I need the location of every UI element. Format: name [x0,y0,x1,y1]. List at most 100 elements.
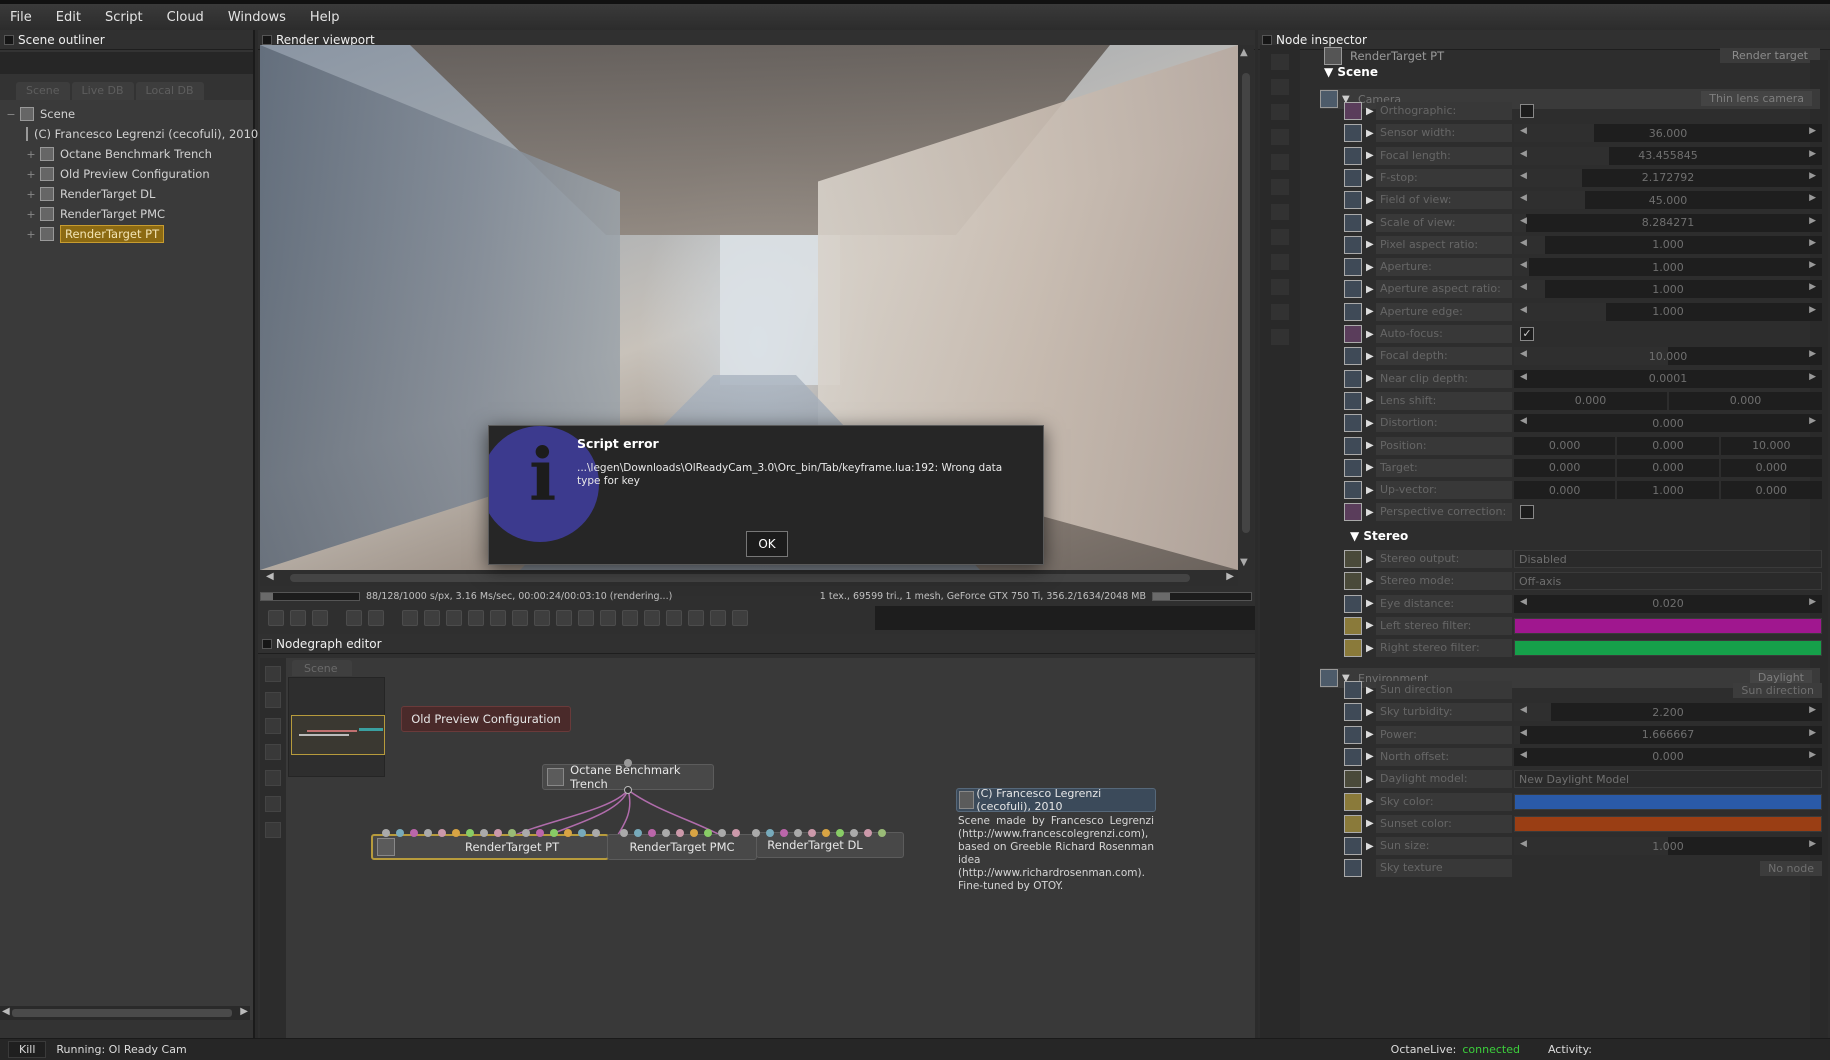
panel-undock-icon[interactable] [1262,34,1272,45]
bool-pin-icon[interactable] [1344,503,1362,522]
scroll-down-icon[interactable]: ▼ [1240,557,1248,568]
float-slider[interactable]: ◀ 0.020 ▶ [1514,594,1822,613]
vector-component-field[interactable]: 0.000 [1617,458,1719,477]
float-slider[interactable]: ◀ 8.284271 ▶ [1514,213,1822,232]
viewport-hscroll-thumb[interactable] [290,574,1190,582]
float-slider[interactable]: ◀ 2.200 ▶ [1514,703,1822,722]
dropdown[interactable]: New Daylight Model [1514,770,1822,789]
expand-icon[interactable] [1271,54,1289,70]
decrement-arrow-icon[interactable]: ◀ [1520,260,1527,270]
panel-undock-icon[interactable] [4,34,14,45]
node-input-port[interactable] [494,829,502,837]
node-input-port[interactable] [634,829,642,837]
start-render-icon[interactable] [424,610,440,626]
increment-arrow-icon[interactable]: ▶ [1809,193,1816,203]
color-pin-icon[interactable] [1344,814,1362,833]
expand-icon[interactable]: + [24,228,38,241]
increment-arrow-icon[interactable]: ▶ [1809,597,1816,607]
expand-arrow-icon[interactable]: ▶ [1366,172,1376,183]
vector-component-field[interactable]: 0.000 [1720,458,1822,477]
decrement-arrow-icon[interactable]: ◀ [1520,416,1527,426]
realtime-icon[interactable] [446,610,462,626]
tree-item[interactable]: + RenderTarget PT [0,224,253,244]
node-pin-icon[interactable] [1344,859,1362,878]
float-slider[interactable]: ◀ 1.000 ▶ [1514,235,1822,254]
enum-pin-icon[interactable] [1344,572,1362,591]
node-input-port[interactable] [808,829,816,837]
scene-section[interactable]: ▼ Scene [1324,65,1378,79]
expand-arrow-icon[interactable]: ▶ [1366,841,1376,852]
float-slider[interactable]: ◀ 2.172792 ▶ [1514,168,1822,187]
outliner-scroll-thumb[interactable] [12,1009,232,1017]
node-input-port[interactable] [620,829,628,837]
increment-arrow-icon[interactable]: ▶ [1809,839,1816,849]
node-input-port[interactable] [452,829,460,837]
node-output-port[interactable] [624,786,632,794]
recenter-view-icon[interactable] [268,610,284,626]
float-pin-icon[interactable] [1344,703,1362,722]
color-pin-icon[interactable] [1344,792,1362,811]
decrement-arrow-icon[interactable]: ◀ [1520,705,1527,715]
increment-arrow-icon[interactable]: ▶ [1809,282,1816,292]
float-slider[interactable]: ◀ 1.000 ▶ [1514,302,1822,321]
collapse-icon[interactable]: − [4,108,18,121]
restart-render-icon[interactable] [368,610,384,626]
zoom-icon[interactable] [578,610,594,626]
camera-icon[interactable] [1271,104,1289,120]
menu-windows[interactable]: Windows [218,10,300,25]
vector-component-field[interactable]: 0.000 [1669,391,1822,410]
camera-view-icon[interactable] [1271,329,1289,345]
sun-direction-button[interactable]: Sun direction [1733,682,1822,698]
expand-arrow-icon[interactable]: ▶ [1366,351,1376,362]
float-pin-icon[interactable] [1344,594,1362,613]
expand-arrow-icon[interactable]: ▼ [1350,529,1363,543]
decrement-arrow-icon[interactable]: ◀ [1520,305,1527,315]
pin-icon[interactable] [1271,229,1289,245]
expand-arrow-icon[interactable]: ▶ [1366,306,1376,317]
node-input-port[interactable] [624,759,632,767]
increment-arrow-icon[interactable]: ▶ [1809,216,1816,226]
node-input-port[interactable] [794,829,802,837]
add-node-icon[interactable] [265,666,281,682]
decrement-arrow-icon[interactable]: ◀ [1520,597,1527,607]
decrement-arrow-icon[interactable]: ◀ [1520,750,1527,760]
float-pin-icon[interactable] [1344,213,1362,232]
decrement-arrow-icon[interactable]: ◀ [1520,728,1527,738]
float-slider[interactable]: ◀ 10.000 ▶ [1514,347,1822,366]
scroll-right-icon[interactable]: ▶ [240,1006,248,1017]
expand-arrow-icon[interactable]: ▶ [1366,751,1376,762]
checkbox[interactable] [1520,104,1534,118]
viewport-vscroll-thumb[interactable] [1242,73,1250,533]
expand-arrow-icon[interactable]: ▶ [1366,554,1376,565]
increment-arrow-icon[interactable]: ▶ [1809,260,1816,270]
color-pin-icon[interactable] [1344,616,1362,635]
fit-view-icon[interactable] [265,692,281,708]
expand-arrow-icon[interactable]: ▶ [1366,440,1376,451]
node-input-port[interactable] [676,829,684,837]
panel-undock-icon[interactable] [262,34,272,45]
vector-component-field[interactable]: 0.000 [1514,391,1667,410]
expand-arrow-icon[interactable]: ▶ [1366,418,1376,429]
expand-arrow-icon[interactable]: ▶ [1366,598,1376,609]
increment-arrow-icon[interactable]: ▶ [1809,238,1816,248]
expand-arrow-icon[interactable]: ▶ [1366,620,1376,631]
sub-sampling-icon[interactable] [666,610,682,626]
float-slider[interactable]: ◀ 1.666667 ▶ [1514,725,1822,744]
vector-component-field[interactable]: 0.000 [1514,481,1616,500]
decrement-arrow-icon[interactable]: ◀ [1520,238,1527,248]
float-pin-icon[interactable] [1344,369,1362,388]
node-input-port[interactable] [578,829,586,837]
panel-undock-icon[interactable] [262,638,272,649]
expand-arrow-icon[interactable]: ▶ [1366,239,1376,250]
vector-component-field[interactable]: 0.000 [1514,458,1616,477]
float-pin-icon[interactable] [1344,258,1362,277]
decrement-arrow-icon[interactable]: ◀ [1520,349,1527,359]
node-input-port[interactable] [780,829,788,837]
float-slider[interactable]: ◀ 0.000 ▶ [1514,747,1822,766]
enum-pin-icon[interactable] [1344,550,1362,568]
kill-script-button[interactable]: Kill [8,1041,47,1058]
float-pin-icon[interactable] [1344,124,1362,143]
node-input-port[interactable] [822,829,830,837]
dropdown[interactable]: Disabled [1514,550,1822,568]
settings-icon[interactable] [1271,254,1289,270]
